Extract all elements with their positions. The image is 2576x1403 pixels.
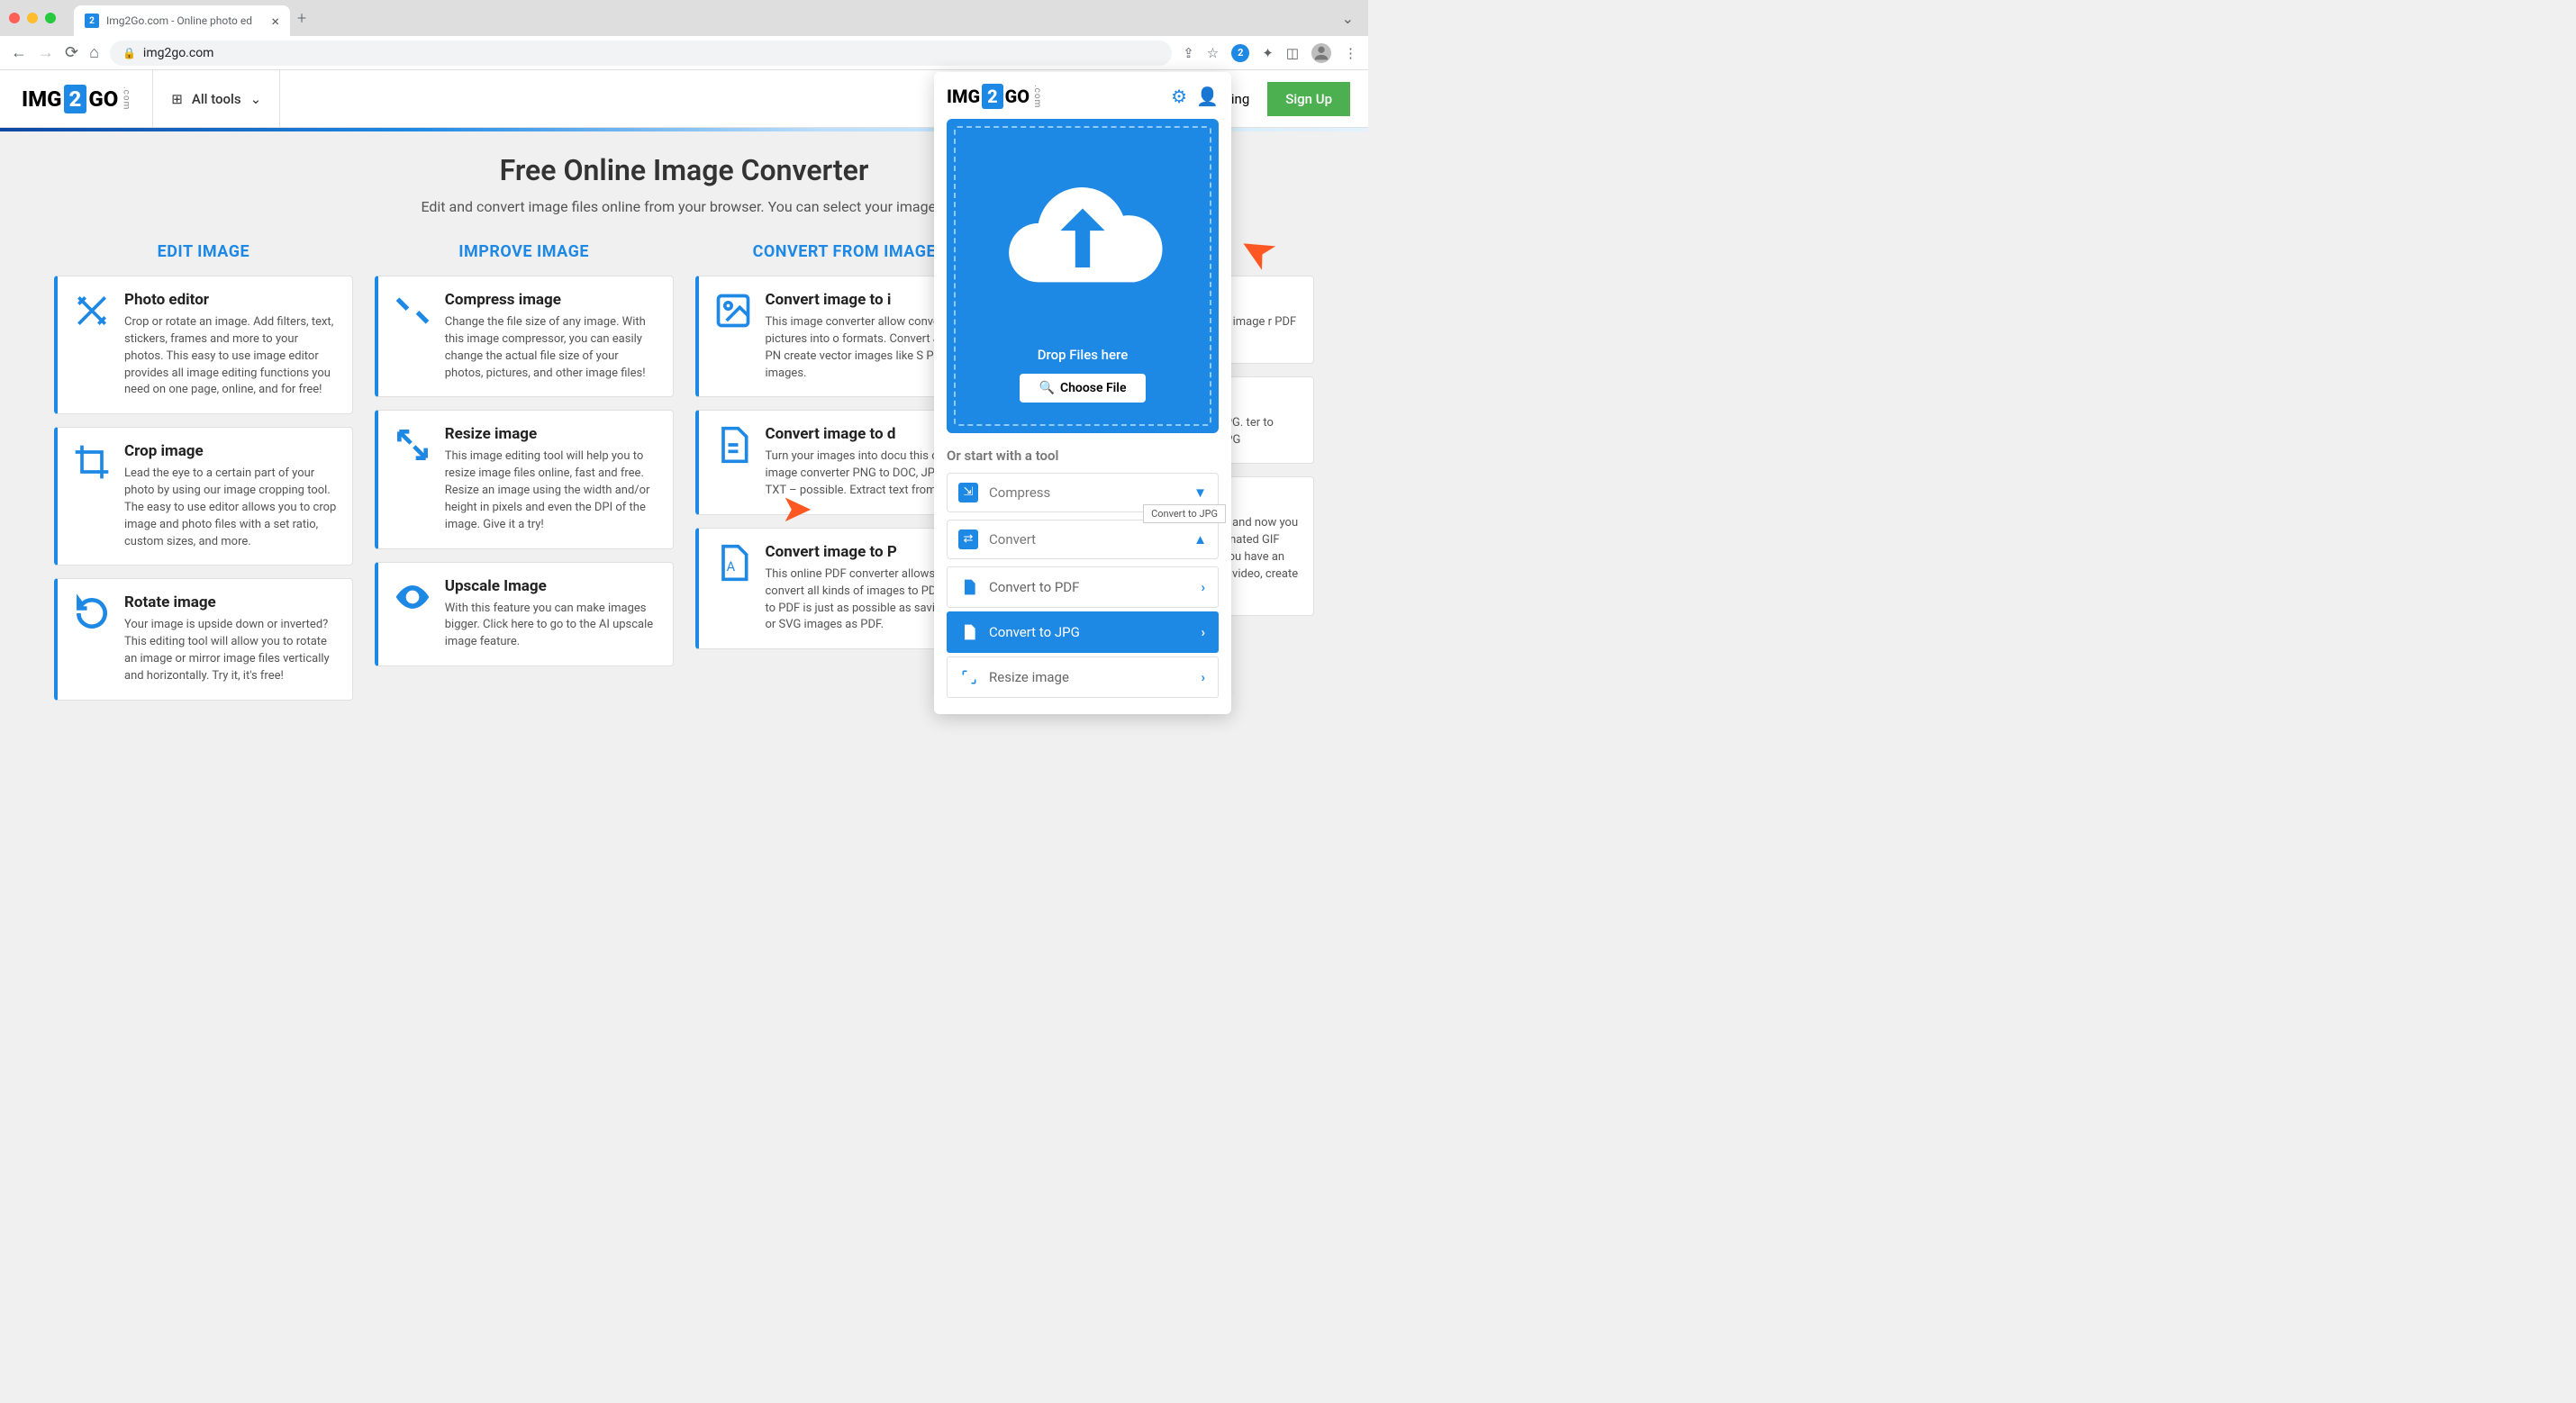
tool-convert[interactable]: ⇄ Convert ▲: [947, 520, 1219, 559]
browser-toolbar: ← → ⟳ ⌂ 🔒 img2go.com ⇪ ☆ 2 ✦ ◫ ⋮: [0, 36, 1368, 70]
close-tab-icon[interactable]: ×: [271, 13, 279, 30]
card-desc: With this feature you can make images bi…: [445, 601, 658, 652]
card-title: Compress image: [445, 291, 658, 309]
grid-icon: ⊞: [171, 91, 183, 107]
image-icon: [713, 291, 753, 330]
forward-button: →: [38, 43, 54, 62]
column-edit: EDIT IMAGE Photo editor Crop or rotate an…: [54, 242, 353, 713]
compress-icon: [393, 291, 432, 330]
card-desc: Change the file size of any image. With …: [445, 314, 658, 382]
menu-icon[interactable]: ⋮: [1344, 45, 1357, 61]
arrow-right-icon: ›: [1201, 579, 1205, 595]
maximize-window-icon[interactable]: [45, 13, 56, 23]
gear-icon[interactable]: ⚙: [1171, 86, 1187, 107]
arrow-right-icon: ›: [1201, 669, 1205, 685]
cloud-upload-icon: [965, 149, 1201, 338]
annotation-arrow-icon: ➤: [781, 486, 812, 531]
url-text: img2go.com: [143, 46, 214, 60]
toolbar-icons: ⇪ ☆ 2 ✦ ◫ ⋮: [1183, 43, 1357, 63]
signup-button[interactable]: Sign Up: [1267, 82, 1350, 116]
design-icon: [72, 291, 112, 330]
browser-tab-strip: 2 Img2Go.com - Online photo ed × + ⌄: [0, 0, 1368, 36]
tool-label: Convert: [989, 531, 1036, 548]
eye-icon: [393, 577, 432, 617]
card-title: Photo editor: [124, 291, 338, 309]
drop-text: Drop Files here: [965, 347, 1201, 363]
card-title: Resize image: [445, 425, 658, 443]
convert-subitems: Convert to PDF › Convert to JPG › Resize…: [947, 566, 1219, 698]
card-desc: Your image is upside down or inverted? T…: [124, 617, 338, 684]
card-crop[interactable]: Crop image Lead the eye to a certain part…: [54, 427, 353, 566]
tool-label: Compress: [989, 484, 1050, 501]
card-title: Upscale Image: [445, 577, 658, 595]
tooltip: Convert to JPG: [1143, 504, 1226, 523]
address-bar[interactable]: 🔒 img2go.com: [110, 41, 1172, 66]
profile-icon[interactable]: [1311, 43, 1331, 63]
column-header: EDIT IMAGE: [54, 242, 353, 261]
card-rotate[interactable]: Rotate image Your image is upside down or…: [54, 578, 353, 700]
tabs-overflow-icon[interactable]: ⌄: [1342, 10, 1354, 27]
crop-icon: [72, 442, 112, 482]
rotate-icon: [72, 593, 112, 633]
popup-logo: IMG2GO.com: [947, 85, 1042, 108]
compress-icon: ⇲: [958, 483, 978, 502]
window-controls: [9, 13, 56, 23]
document-icon: [713, 425, 753, 465]
sub-convert-pdf[interactable]: Convert to PDF ›: [947, 566, 1219, 608]
chevron-down-icon: ▼: [1193, 484, 1207, 501]
file-icon: [960, 578, 978, 596]
all-tools-label: All tools: [192, 91, 241, 107]
card-compress[interactable]: Compress image Change the file size of an…: [375, 276, 674, 397]
resize-icon: [960, 668, 978, 686]
column-improve: IMPROVE IMAGE Compress image Change the f…: [375, 242, 674, 713]
user-icon[interactable]: 👤: [1196, 86, 1219, 107]
minimize-window-icon[interactable]: [27, 13, 38, 23]
card-title: Crop image: [124, 442, 338, 460]
extensions-icon[interactable]: ✦: [1262, 45, 1274, 61]
card-desc: Crop or rotate an image. Add filters, te…: [124, 314, 338, 399]
choose-file-button[interactable]: 🔍 Choose File: [1020, 374, 1147, 403]
card-desc: Lead the eye to a certain part of your p…: [124, 466, 338, 550]
bookmark-icon[interactable]: ☆: [1207, 45, 1219, 61]
home-button[interactable]: ⌂: [89, 43, 99, 62]
all-tools-menu[interactable]: ⊞ All tools ⌄: [152, 70, 280, 127]
card-resize[interactable]: Resize image This image editing tool will…: [375, 410, 674, 548]
sub-label: Convert to PDF: [989, 579, 1079, 595]
reload-button[interactable]: ⟳: [65, 43, 78, 62]
close-window-icon[interactable]: [9, 13, 20, 23]
card-photo-editor[interactable]: Photo editor Crop or rotate an image. Add…: [54, 276, 353, 414]
drop-zone[interactable]: Drop Files here 🔍 Choose File ➤: [947, 119, 1219, 433]
tab-title: Img2Go.com - Online photo ed: [106, 14, 252, 27]
card-upscale[interactable]: Upscale Image With this feature you can m…: [375, 562, 674, 667]
convert-icon: ⇄: [958, 530, 978, 549]
sub-resize[interactable]: Resize image ›: [947, 656, 1219, 698]
browser-tab[interactable]: 2 Img2Go.com - Online photo ed ×: [74, 5, 290, 36]
share-icon[interactable]: ⇪: [1183, 45, 1194, 61]
sub-convert-jpg[interactable]: Convert to JPG ›: [947, 611, 1219, 653]
lock-icon: 🔒: [122, 47, 136, 59]
search-icon: 🔍: [1039, 381, 1055, 395]
choose-file-label: Choose File: [1060, 381, 1127, 395]
side-panel-icon[interactable]: ◫: [1286, 45, 1299, 61]
sub-label: Resize image: [989, 669, 1069, 685]
new-tab-button[interactable]: +: [297, 9, 306, 28]
arrow-right-icon: ›: [1201, 624, 1205, 640]
extension-badge-icon[interactable]: 2: [1231, 44, 1249, 62]
chevron-down-icon: ⌄: [250, 91, 262, 107]
resize-icon: [393, 425, 432, 465]
chevron-up-icon: ▲: [1193, 531, 1207, 548]
back-button[interactable]: ←: [11, 43, 27, 62]
column-header: IMPROVE IMAGE: [375, 242, 674, 261]
card-desc: This image editing tool will help you to…: [445, 448, 658, 533]
sub-label: Convert to JPG: [989, 624, 1080, 640]
file-icon: [960, 623, 978, 641]
extension-popup: IMG2GO.com ⚙ 👤 Drop Files here 🔍 Choose …: [934, 72, 1231, 714]
svg-text:A: A: [726, 558, 735, 575]
start-tool-label: Or start with a tool: [947, 448, 1219, 464]
site-logo[interactable]: IMG2GO.com: [0, 86, 152, 112]
card-title: Rotate image: [124, 593, 338, 611]
pdf-icon: A: [713, 543, 753, 583]
favicon-icon: 2: [85, 14, 99, 28]
